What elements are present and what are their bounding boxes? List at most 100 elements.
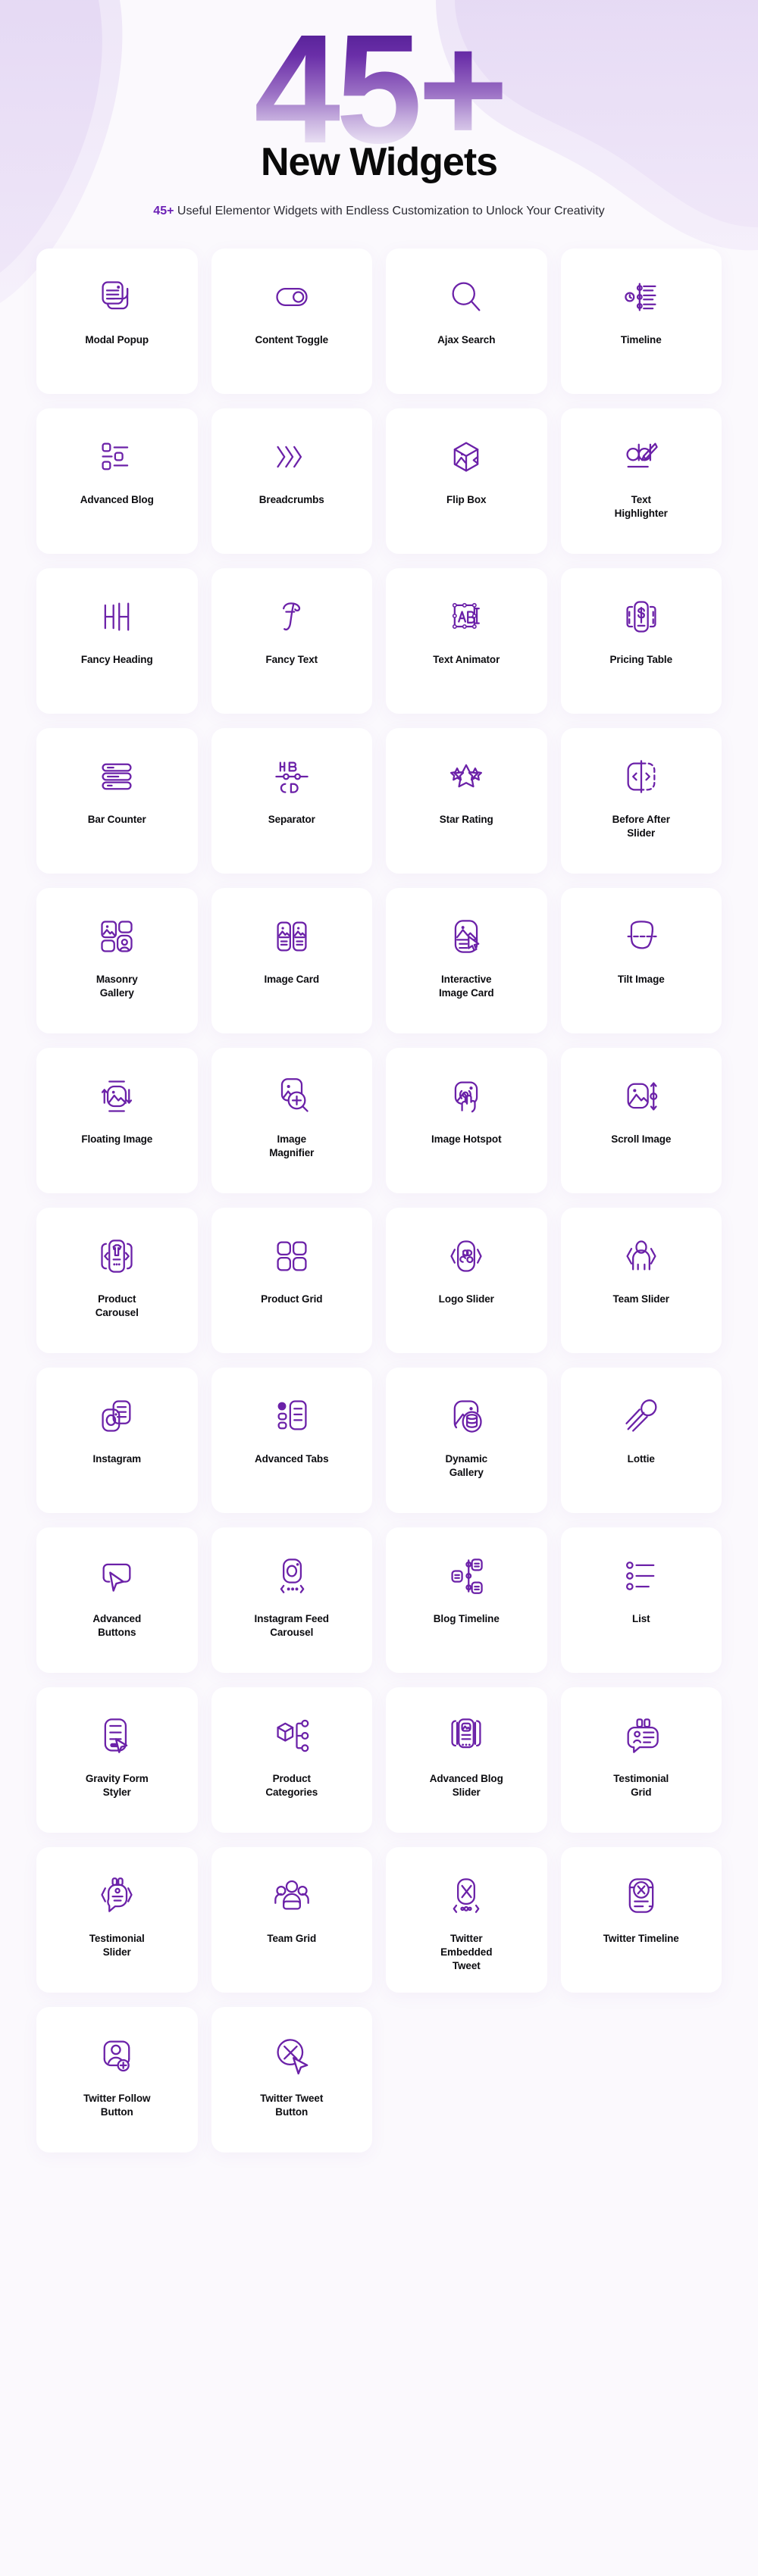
- widget-card[interactable]: Pricing Table: [560, 567, 722, 714]
- widget-label: Advanced Buttons: [92, 1612, 142, 1638]
- instagram-icon: [97, 1390, 136, 1442]
- timeline-icon: [622, 271, 661, 323]
- widget-label: Modal Popup: [85, 333, 149, 345]
- instagram-feed-carousel-icon: [272, 1550, 312, 1602]
- widget-card[interactable]: Product Categories: [211, 1687, 372, 1833]
- widget-card[interactable]: Tilt Image: [560, 887, 722, 1033]
- widget-label: Instagram Feed Carousel: [254, 1612, 329, 1638]
- team-grid-icon: [272, 1870, 312, 1921]
- widget-label: Image Hotspot: [431, 1133, 502, 1145]
- team-slider-icon: [622, 1230, 661, 1282]
- widget-label: Fancy Heading: [80, 653, 153, 665]
- widget-card[interactable]: Team Slider: [560, 1207, 722, 1353]
- testimonial-grid-icon: [622, 1710, 661, 1762]
- hero-section: 45+ New Widgets 45+ Useful Elementor Wid…: [0, 0, 758, 221]
- breadcrumbs-icon: [272, 431, 312, 483]
- flip-box-icon: [446, 431, 486, 483]
- product-grid-icon: [272, 1230, 312, 1282]
- bar-counter-icon: [97, 751, 136, 802]
- widget-card[interactable]: Dynamic Gallery: [386, 1367, 547, 1513]
- widget-card[interactable]: Text Highlighter: [560, 408, 722, 554]
- widget-card[interactable]: Advanced Blog Slider: [386, 1687, 547, 1833]
- widget-card[interactable]: Timeline: [560, 248, 722, 394]
- widget-card[interactable]: Separator: [211, 727, 372, 874]
- widget-card[interactable]: Floating Image: [36, 1047, 198, 1193]
- pricing-table-icon: [622, 591, 661, 642]
- hero-subtitle-rest: Useful Elementor Widgets with Endless Cu…: [174, 205, 605, 218]
- widget-label: Content Toggle: [255, 333, 329, 345]
- widget-label: Team Grid: [267, 1932, 317, 1944]
- widget-card[interactable]: Team Grid: [211, 1846, 372, 1993]
- widget-card[interactable]: Breadcrumbs: [211, 408, 372, 554]
- widget-card[interactable]: Masonry Gallery: [36, 887, 198, 1033]
- tilt-image-icon: [622, 911, 661, 962]
- widget-card[interactable]: Modal Popup: [36, 248, 198, 394]
- fancy-heading-icon: [97, 591, 136, 642]
- widget-card[interactable]: Content Toggle: [211, 248, 372, 394]
- widget-card[interactable]: Before After Slider: [560, 727, 722, 874]
- widget-card[interactable]: Image Card: [211, 887, 372, 1033]
- widget-label: Twitter Tweet Button: [260, 2092, 324, 2118]
- widget-label: Masonry Gallery: [96, 973, 138, 999]
- widget-card[interactable]: Instagram: [36, 1367, 198, 1513]
- modal-popup-icon: [97, 271, 136, 323]
- widget-card[interactable]: Instagram Feed Carousel: [211, 1527, 372, 1673]
- widget-card[interactable]: Image Magnifier: [211, 1047, 372, 1193]
- widget-label: Before After Slider: [612, 813, 670, 839]
- widget-label: Logo Slider: [438, 1293, 494, 1305]
- twitter-embedded-tweet-icon: [446, 1870, 486, 1921]
- widget-label: Instagram: [92, 1452, 142, 1465]
- widget-card[interactable]: Fancy Heading: [36, 567, 198, 714]
- widget-label: Fancy Text: [265, 653, 318, 665]
- widget-card[interactable]: Advanced Tabs: [211, 1367, 372, 1513]
- widget-card[interactable]: Star Rating: [386, 727, 547, 874]
- widget-label: Tilt Image: [617, 973, 665, 985]
- gravity-form-styler-icon: [97, 1710, 136, 1762]
- widget-label: Dynamic Gallery: [445, 1452, 488, 1478]
- widget-label: Text Highlighter: [614, 493, 668, 519]
- widget-label: Team Slider: [612, 1293, 670, 1305]
- star-rating-icon: [446, 751, 486, 802]
- widget-card[interactable]: Twitter Follow Button: [36, 2006, 198, 2152]
- widget-card[interactable]: Twitter Embedded Tweet: [386, 1846, 547, 1993]
- widget-card[interactable]: Logo Slider: [386, 1207, 547, 1353]
- advanced-blog-icon: [97, 431, 136, 483]
- widget-card[interactable]: Ajax Search: [386, 248, 547, 394]
- widget-card[interactable]: Product Grid: [211, 1207, 372, 1353]
- widget-grid-section: Modal Popup Content Toggle Ajax Search Tim…: [0, 248, 758, 2152]
- widget-card[interactable]: Testimonial Grid: [560, 1687, 722, 1833]
- widget-card[interactable]: Interactive Image Card: [386, 887, 547, 1033]
- product-categories-icon: [272, 1710, 312, 1762]
- advanced-tabs-icon: [272, 1390, 312, 1442]
- fancy-text-icon: [272, 591, 312, 642]
- widget-card[interactable]: Product Carousel: [36, 1207, 198, 1353]
- widget-label: Product Carousel: [95, 1293, 139, 1318]
- widget-card[interactable]: Testimonial Slider: [36, 1846, 198, 1993]
- widget-card[interactable]: Text Animator: [386, 567, 547, 714]
- widget-card[interactable]: Flip Box: [386, 408, 547, 554]
- widget-card[interactable]: Scroll Image: [560, 1047, 722, 1193]
- widget-card[interactable]: Advanced Buttons: [36, 1527, 198, 1673]
- masonry-gallery-icon: [97, 911, 136, 962]
- widget-label: Twitter Follow Button: [83, 2092, 151, 2118]
- widget-card[interactable]: Image Hotspot: [386, 1047, 547, 1193]
- widget-label: Advanced Blog Slider: [429, 1772, 503, 1798]
- widget-label: Star Rating: [439, 813, 493, 825]
- widget-card[interactable]: Bar Counter: [36, 727, 198, 874]
- widget-label: Product Grid: [261, 1293, 323, 1305]
- widget-card[interactable]: Gravity Form Styler: [36, 1687, 198, 1833]
- widget-label: Gravity Form Styler: [85, 1772, 149, 1798]
- widget-card[interactable]: List: [560, 1527, 722, 1673]
- widget-card[interactable]: Lottie: [560, 1367, 722, 1513]
- widget-card[interactable]: Fancy Text: [211, 567, 372, 714]
- text-highlighter-icon: [622, 431, 661, 483]
- widget-label: Product Categories: [265, 1772, 318, 1798]
- ajax-search-icon: [446, 271, 486, 323]
- content-toggle-icon: [272, 271, 312, 323]
- widget-card[interactable]: Twitter Tweet Button: [211, 2006, 372, 2152]
- widget-label: Scroll Image: [611, 1133, 672, 1145]
- widget-card[interactable]: Twitter Timeline: [560, 1846, 722, 1993]
- widget-card[interactable]: Blog Timeline: [386, 1527, 547, 1673]
- list-icon: [622, 1550, 661, 1602]
- widget-card[interactable]: Advanced Blog: [36, 408, 198, 554]
